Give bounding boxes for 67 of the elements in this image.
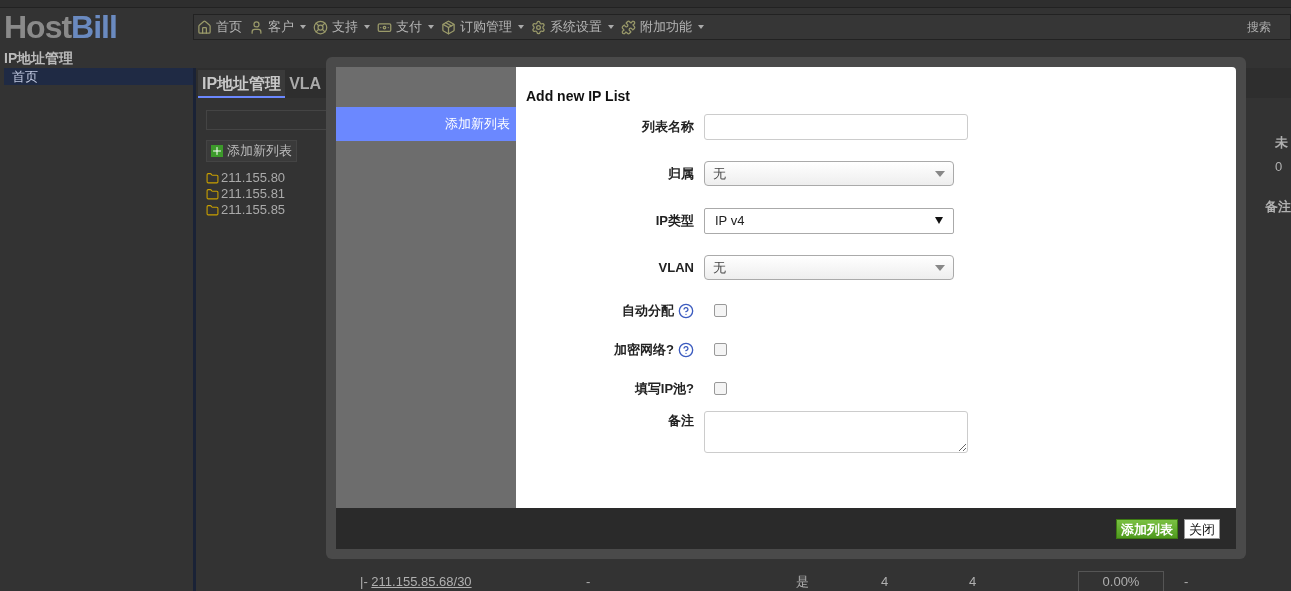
folder-icon bbox=[206, 187, 219, 201]
nav-menu-item[interactable]: 附加功能 bbox=[621, 17, 704, 37]
checkbox[interactable] bbox=[714, 343, 727, 356]
field-label: 备注 bbox=[668, 412, 694, 430]
checkbox[interactable] bbox=[714, 382, 727, 395]
table-cell-text: 0 bbox=[1275, 158, 1284, 176]
table-cell-text: 是 bbox=[796, 573, 810, 591]
lifebuoy-icon bbox=[313, 19, 328, 35]
usage-bar: 0.00% bbox=[1078, 571, 1164, 591]
field-label: 列表名称 bbox=[642, 117, 694, 136]
caret-icon bbox=[300, 25, 306, 29]
field-label: 自动分配 bbox=[622, 301, 674, 320]
table-header: 备注 bbox=[1265, 198, 1291, 216]
notes-field[interactable] bbox=[704, 411, 968, 453]
table-cell-text: - bbox=[586, 573, 592, 591]
puzzle-icon bbox=[621, 19, 636, 35]
field-label: IP类型 bbox=[655, 211, 694, 230]
tree-item[interactable]: 211.155.80 bbox=[206, 170, 356, 186]
page-title: IP地址管理 bbox=[3, 49, 75, 68]
field-label: 填写IP池? bbox=[634, 379, 694, 398]
table-cell-text: 4 bbox=[881, 573, 890, 591]
nav-menu-item[interactable]: 支持 bbox=[313, 17, 370, 37]
table-cell-text: 4 bbox=[969, 573, 978, 591]
help-icon[interactable] bbox=[678, 341, 694, 358]
caret-icon bbox=[698, 25, 704, 29]
modal-sidebar-item[interactable]: 添加新列表 bbox=[336, 107, 516, 141]
package-icon bbox=[441, 19, 456, 35]
nav-menu-item[interactable]: 订购管理 bbox=[441, 17, 524, 37]
select-field[interactable]: 无 bbox=[704, 161, 954, 186]
folder-icon bbox=[206, 171, 219, 185]
field-label: 加密网络? bbox=[614, 340, 674, 359]
table-cell-text: - bbox=[1184, 573, 1189, 591]
person-icon bbox=[249, 19, 264, 35]
search-field[interactable]: 搜索 bbox=[1247, 18, 1287, 36]
checkbox[interactable] bbox=[714, 304, 727, 317]
gear-icon bbox=[531, 19, 546, 35]
sidebar-item[interactable]: 首页 bbox=[4, 68, 193, 85]
field-label: 归属 bbox=[668, 164, 694, 183]
caret-icon bbox=[935, 170, 945, 177]
help-icon[interactable] bbox=[678, 302, 694, 319]
add-list-button[interactable]: 添加新列表 bbox=[206, 140, 297, 162]
plus-icon bbox=[211, 145, 223, 157]
table-header: 未 bbox=[1275, 134, 1289, 152]
field-label: VLAN bbox=[658, 258, 694, 277]
caret-icon bbox=[935, 217, 943, 224]
tab[interactable]: IP地址管理 bbox=[198, 70, 286, 98]
logo: HostBill bbox=[3, 11, 118, 43]
text-field[interactable] bbox=[704, 113, 968, 140]
select-field[interactable]: IP v4 bbox=[704, 207, 954, 234]
caret-icon bbox=[428, 25, 434, 29]
nav-menu-item[interactable]: 客户 bbox=[249, 17, 306, 37]
tree-item[interactable]: 211.155.81 bbox=[206, 186, 356, 202]
folder-icon bbox=[206, 203, 219, 217]
close-button[interactable]: 关闭 bbox=[1184, 518, 1220, 539]
table-cell-text: |- 211.155.85.68/30 bbox=[359, 573, 473, 591]
caret-icon bbox=[935, 264, 945, 271]
house-icon bbox=[197, 19, 212, 35]
nav-menu-item[interactable]: 系统设置 bbox=[531, 17, 614, 37]
caret-icon bbox=[608, 25, 614, 29]
network-link[interactable]: 211.155.85.68/30 bbox=[371, 574, 472, 590]
caret-icon bbox=[364, 25, 370, 29]
select-field[interactable]: 无 bbox=[704, 255, 954, 280]
nav-menu-item[interactable]: 首页 bbox=[197, 17, 242, 37]
nav-menu-item[interactable]: 支付 bbox=[377, 17, 434, 37]
caret-icon bbox=[518, 25, 524, 29]
modal-title: Add new IP List bbox=[526, 87, 631, 106]
tree-item[interactable]: 211.155.85 bbox=[206, 202, 356, 218]
